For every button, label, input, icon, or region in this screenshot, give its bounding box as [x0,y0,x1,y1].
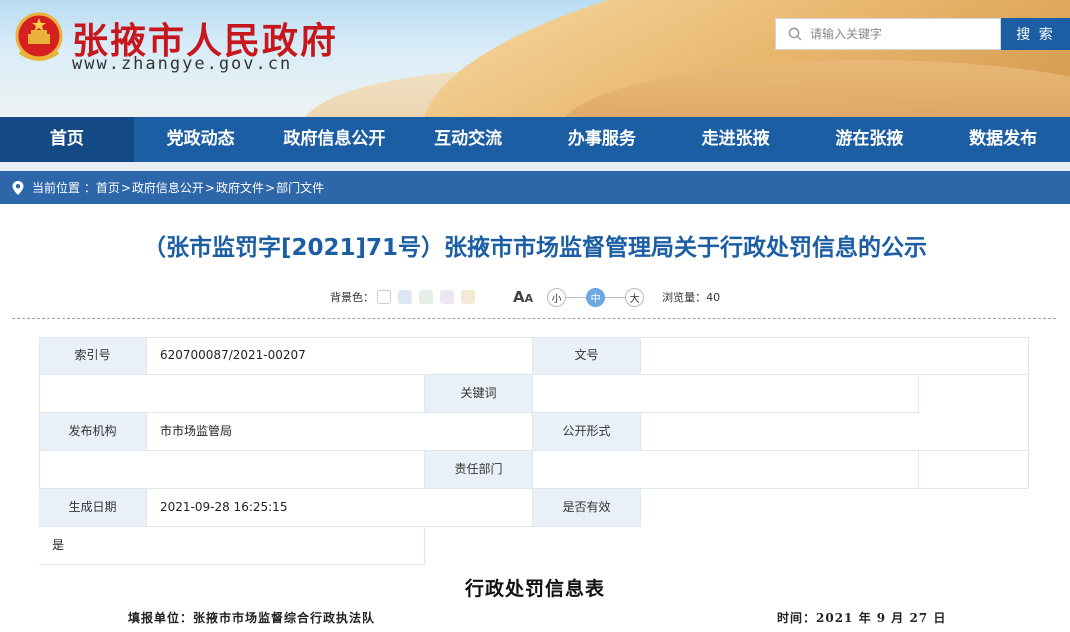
keywords-label: 关键词 [425,375,533,413]
nav-divider [0,162,1070,171]
nav-item-about[interactable]: 走进张掖 [669,117,803,162]
nav-item-services[interactable]: 办事服务 [535,117,669,162]
breadcrumb: 当前位置 ： 首页 > 政府信息公开 > 政府文件 > 部门文件 [0,171,1070,204]
index-label: 索引号 [39,337,147,375]
nav-item-gov-info[interactable]: 政府信息公开 [268,117,402,162]
bg-swatch-white[interactable] [377,290,391,304]
search-input[interactable] [810,27,990,41]
dept-value [533,451,919,489]
valid-label: 是否有效 [533,489,641,527]
publisher-value: 市市场监管局 [147,413,533,451]
keywords-value [533,375,919,413]
breadcrumb-separator: > [265,180,276,195]
national-emblem-icon [15,12,63,61]
bg-swatch-purple[interactable] [440,290,454,304]
dept-label: 责任部门 [425,451,533,489]
bg-swatch-yellow[interactable] [461,290,475,304]
page-title: （张市监罚字[2021]71号）张掖市市场监督管理局关于行政处罚信息的公示 [142,235,928,261]
document-info-table: 索引号 620700087/2021-00207 文号 关键词 发布机构 市市场… [39,337,1029,565]
search-button[interactable]: 搜 索 [1001,18,1070,50]
empty-cell [39,375,425,413]
nav-item-data[interactable]: 数据发布 [936,117,1070,162]
font-size-large-button[interactable]: 大 [625,287,645,307]
breadcrumb-dept-docs[interactable]: 部门文件 [276,179,324,196]
font-size-medium-button[interactable]: 中 [586,287,606,307]
breadcrumb-separator: > [120,180,131,195]
font-size-icon: AA [513,288,534,306]
breadcrumb-home[interactable]: 首页 [96,179,120,196]
bg-swatch-green[interactable] [419,290,433,304]
publisher-label: 发布机构 [39,413,147,451]
site-header: 张掖市人民政府 www.zhangye.gov.cn 搜 索 [0,0,1070,117]
filing-date: 时间：2021 年 9 月 27 日 [777,611,947,625]
nav-item-home[interactable]: 首页 [0,117,134,162]
font-size-track [566,296,587,298]
index-value: 620700087/2021-00207 [147,337,533,375]
nav-item-tourism[interactable]: 游在张掖 [803,117,937,162]
reading-tools: 背景色： AA 小 中 大 浏览量： 40 [330,287,720,307]
bg-swatch-blue[interactable] [398,290,412,304]
breadcrumb-prefix: 当前位置 ： [32,181,96,195]
font-size-track [605,296,626,298]
location-pin-icon [12,180,24,195]
site-url: www.zhangye.gov.cn [72,54,293,74]
section-divider [12,318,1056,319]
views-count: 40 [706,290,721,304]
public-form-value [641,413,1029,451]
document-title: 行政处罚信息表 [464,578,605,600]
public-form-label: 公开形式 [533,413,641,451]
bg-color-label: 背景色： [330,291,374,304]
breadcrumb-separator: > [204,180,215,195]
breadcrumb-gov-info[interactable]: 政府信息公开 [132,179,204,196]
main-nav: 首页 党政动态 政府信息公开 互动交流 办事服务 走进张掖 游在张掖 数据发布 [0,117,1070,162]
date-label: 生成日期 [39,489,147,527]
filing-unit: 填报单位：张掖市市场监督综合行政执法队 [128,611,376,625]
nav-item-party-news[interactable]: 党政动态 [134,117,268,162]
font-size-small-button[interactable]: 小 [547,287,567,307]
nav-item-interaction[interactable]: 互动交流 [401,117,535,162]
views-label: 浏览量： [662,291,707,304]
date-value: 2021-09-28 16:25:15 [147,489,533,527]
valid-value: 是 [39,527,425,565]
search-icon [788,27,802,41]
docno-value [641,337,1029,375]
breadcrumb-gov-docs[interactable]: 政府文件 [216,179,264,196]
empty-cell [39,451,425,489]
docno-label: 文号 [533,337,641,375]
search-box [775,18,1001,50]
